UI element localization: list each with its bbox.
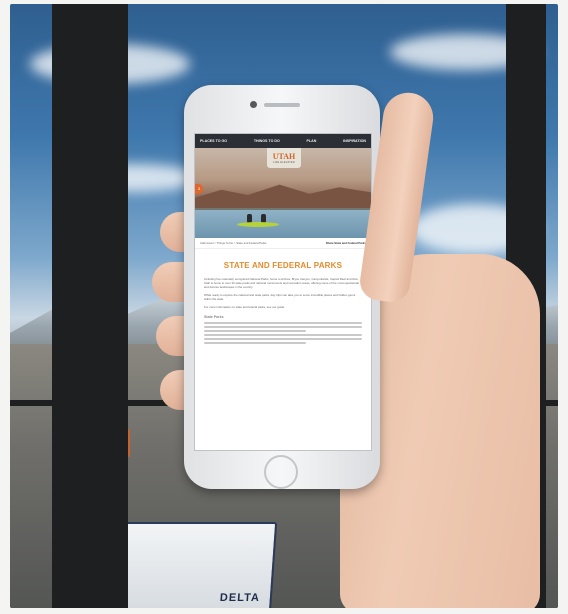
camera-icon	[250, 101, 257, 108]
text-line	[204, 330, 307, 332]
breadcrumb: Utah.travel > Things To Do > State and F…	[195, 238, 371, 249]
service-truck: DELTA	[116, 522, 278, 608]
section-heading: State Parks	[204, 315, 224, 319]
truck-label: DELTA	[219, 592, 261, 604]
logo-word: UTAH	[272, 151, 296, 161]
earpiece	[264, 103, 300, 107]
text-line	[204, 334, 362, 336]
home-button[interactable]	[264, 455, 298, 489]
kayak	[237, 222, 279, 227]
phone-screen: PLACES TO GO THINGS TO DO PLAN INSPIRATI…	[194, 133, 372, 451]
text-line	[204, 326, 362, 328]
nav-plan[interactable]: PLAN	[307, 139, 317, 143]
text-line	[204, 338, 362, 340]
smartphone: PLACES TO GO THINGS TO DO PLAN INSPIRATI…	[184, 85, 380, 489]
body-paragraph: For more information on state and federa…	[204, 305, 285, 309]
site-nav: PLACES TO GO THINGS TO DO PLAN INSPIRATI…	[195, 134, 371, 148]
hero-hills	[195, 184, 371, 208]
window-mullion-left	[52, 4, 128, 608]
hero-image: UTAH LIFE ELEVATED 3	[195, 148, 371, 238]
page-title: STATE AND FEDERAL PARKS	[223, 261, 343, 270]
utah-logo[interactable]: UTAH LIFE ELEVATED	[267, 148, 301, 168]
breadcrumb-trail[interactable]: Utah.travel > Things To Do > State and F…	[200, 241, 270, 245]
text-line	[204, 322, 362, 324]
hero-lake	[195, 210, 371, 238]
side-tab[interactable]: 3	[195, 184, 203, 194]
logo-tagline: LIFE ELEVATED	[273, 160, 295, 164]
nav-inspiration[interactable]: INSPIRATION	[343, 139, 366, 143]
body-paragraph: While ready to explore the national and …	[204, 293, 356, 301]
text-line	[204, 342, 307, 344]
intro-paragraph: Including five nationally recognized Nat…	[204, 277, 360, 289]
nav-places[interactable]: PLACES TO GO	[200, 139, 227, 143]
nav-things[interactable]: THINGS TO DO	[254, 139, 280, 143]
share-link[interactable]: Share State and Federal Parks	[326, 241, 366, 245]
